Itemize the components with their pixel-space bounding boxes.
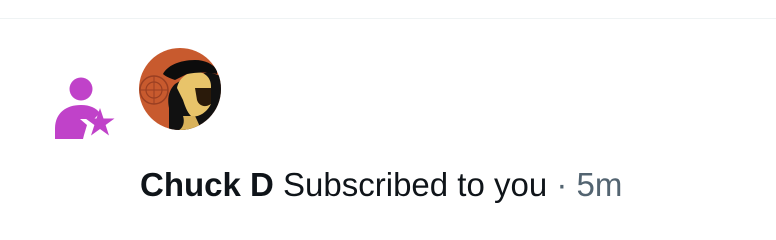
action-text: Subscribed to you xyxy=(283,166,548,203)
user-avatar[interactable] xyxy=(139,48,221,130)
avatar-image xyxy=(139,48,221,130)
person-star-icon xyxy=(55,77,115,139)
notification-text: Chuck D Subscribed to you · 5m xyxy=(140,163,622,207)
timestamp[interactable]: 5m xyxy=(577,166,623,203)
notification-item[interactable]: Chuck D Subscribed to you · 5m xyxy=(0,19,776,240)
separator-dot: · xyxy=(556,166,568,203)
user-name-link[interactable]: Chuck D xyxy=(140,166,274,203)
